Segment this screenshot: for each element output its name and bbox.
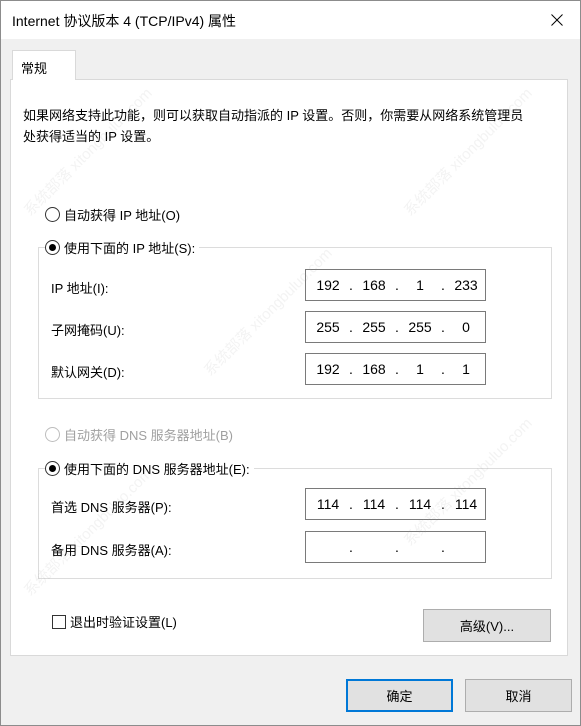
validate-on-exit-checkbox[interactable] (52, 614, 66, 629)
dot-separator: . (349, 539, 353, 555)
default-gateway-label: 默认网关(D): (51, 365, 125, 380)
pdns-octet-4: 114 (454, 496, 478, 512)
manual-dns-radio-button[interactable] (45, 461, 60, 476)
title-bar: Internet 协议版本 4 (TCP/IPv4) 属性 (1, 1, 580, 39)
default-gateway-field[interactable]: 192. 168. 1. 1 (305, 353, 486, 385)
validate-on-exit-label: 退出时验证设置(L) (70, 615, 177, 630)
subnet-mask-label: 子网掩码(U): (51, 323, 125, 338)
pdns-octet-2: 114 (362, 496, 386, 512)
alternate-dns-field[interactable]: . . . (305, 531, 486, 563)
dot-separator: . (395, 496, 399, 512)
mask-octet-4: 0 (462, 319, 470, 335)
dot-separator: . (441, 319, 445, 335)
tab-general-label: 常规 (21, 61, 48, 76)
close-icon (551, 14, 563, 26)
dot-separator: . (441, 496, 445, 512)
dot-separator: . (395, 361, 399, 377)
ip-octet-4: 233 (454, 277, 478, 293)
ip-octet-3: 1 (416, 277, 424, 293)
ip-address-label: IP 地址(I): (51, 281, 109, 296)
alternate-dns-label: 备用 DNS 服务器(A): (51, 543, 172, 558)
dot-separator: . (395, 319, 399, 335)
manual-dns-label: 使用下面的 DNS 服务器地址(E): (64, 462, 250, 477)
dot-separator: . (349, 277, 353, 293)
description-text: 如果网络支持此功能，则可以获取自动指派的 IP 设置。否则，你需要从网络系统管理… (23, 108, 524, 144)
pdns-octet-1: 114 (316, 496, 340, 512)
mask-octet-3: 255 (408, 319, 432, 335)
gateway-octet-2: 168 (362, 361, 386, 377)
tab-general[interactable]: 常规 (12, 50, 76, 80)
dot-separator: . (349, 361, 353, 377)
pdns-octet-3: 114 (408, 496, 432, 512)
auto-dns-label: 自动获得 DNS 服务器地址(B) (64, 428, 234, 443)
window-title: Internet 协议版本 4 (TCP/IPv4) 属性 (12, 13, 237, 29)
subnet-mask-field[interactable]: 255. 255. 255. 0 (305, 311, 486, 343)
gateway-octet-4: 1 (462, 361, 470, 377)
auto-ip-label: 自动获得 IP 地址(O) (64, 208, 181, 223)
preferred-dns-field[interactable]: 114. 114. 114. 114 (305, 488, 486, 520)
gateway-octet-1: 192 (316, 361, 340, 377)
auto-ip-radio-button[interactable] (45, 207, 60, 222)
mask-octet-2: 255 (362, 319, 386, 335)
dot-separator: . (441, 361, 445, 377)
preferred-dns-label: 首选 DNS 服务器(P): (51, 500, 172, 515)
manual-ip-radio-button[interactable] (45, 240, 60, 255)
ip-octet-1: 192 (316, 277, 340, 293)
manual-ip-label: 使用下面的 IP 地址(S): (64, 241, 196, 256)
ip-octet-2: 168 (362, 277, 386, 293)
close-button[interactable] (542, 5, 572, 35)
mask-octet-1: 255 (316, 319, 340, 335)
dot-separator: . (395, 539, 399, 555)
properties-dialog: Internet 协议版本 4 (TCP/IPv4) 属性 常规 如果网络支持此… (0, 0, 581, 726)
dot-separator: . (441, 277, 445, 293)
gateway-octet-3: 1 (416, 361, 424, 377)
auto-dns-radio-button[interactable] (45, 427, 60, 442)
advanced-button[interactable]: 高级(V)... (423, 609, 551, 642)
validate-on-exit-checkbox-row[interactable]: 退出时验证设置(L) (52, 612, 177, 631)
dot-separator: . (349, 496, 353, 512)
ok-button[interactable]: 确定 (346, 679, 453, 712)
cancel-button[interactable]: 取消 (465, 679, 572, 712)
dot-separator: . (395, 277, 399, 293)
manual-ip-radio[interactable]: 使用下面的 IP 地址(S): (45, 238, 200, 257)
dot-separator: . (441, 539, 445, 555)
ip-address-field[interactable]: 192. 168. 1. 233 (305, 269, 486, 301)
manual-dns-radio[interactable]: 使用下面的 DNS 服务器地址(E): (45, 459, 254, 478)
dot-separator: . (349, 319, 353, 335)
auto-ip-radio[interactable]: 自动获得 IP 地址(O) (45, 205, 180, 224)
auto-dns-radio[interactable]: 自动获得 DNS 服务器地址(B) (45, 425, 233, 444)
